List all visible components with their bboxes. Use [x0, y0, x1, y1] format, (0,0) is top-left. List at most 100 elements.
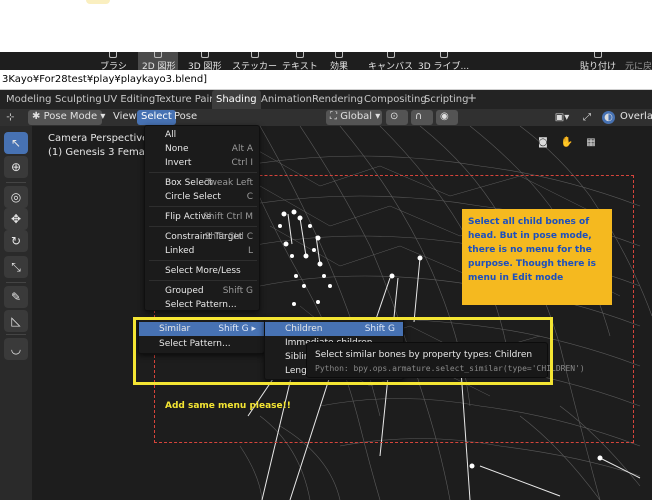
tab-texture-paint[interactable]: Texture Paint	[155, 90, 220, 109]
chevron-down-icon: ▾	[375, 111, 381, 122]
menu-pose[interactable]: Pose	[170, 110, 201, 125]
ribbon-tab-brush[interactable]: ブラシ	[100, 52, 127, 70]
transform-tool[interactable]: ◎	[4, 186, 28, 208]
tab-rendering[interactable]: Rendering	[312, 90, 363, 109]
relax-icon: ◡	[10, 342, 22, 356]
menu-item-invert[interactable]: Invert Ctrl I	[145, 156, 261, 170]
menu-item-circle-select[interactable]: Circle Select C	[145, 190, 261, 204]
transform-orientation-dropdown[interactable]: ⛶ Global ▾	[326, 110, 382, 125]
magnet-icon: ∩	[415, 111, 423, 122]
scale-icon: ⤡	[11, 260, 21, 274]
3d-shape-icon	[200, 52, 209, 58]
3d-cursor-icon: ⊕	[10, 160, 22, 174]
pose-icon: ✱	[32, 111, 41, 122]
add-workspace-button[interactable]: +	[467, 90, 477, 109]
viewport-perspective-label: Camera Perspective	[48, 133, 149, 144]
proportional-edit-dropdown[interactable]: ◉	[436, 110, 458, 125]
relax-tool[interactable]: ◡	[4, 338, 28, 360]
3d-library-icon	[439, 52, 448, 58]
highlight-box	[133, 317, 553, 385]
move-tool[interactable]: ✥	[4, 208, 28, 230]
text-icon	[295, 52, 304, 58]
pivot-icon: ⊙	[390, 111, 399, 122]
rotate-icon: ↻	[10, 234, 22, 248]
ribbon-tab-effects[interactable]: 効果	[330, 52, 348, 70]
annotate-icon: ✎	[10, 290, 22, 304]
orientation-icon: ⛶	[330, 111, 337, 122]
menu-item-none[interactable]: None Alt A	[145, 142, 261, 156]
menu-item-constraint-target[interactable]: Constraint Target Shift Ctrl C	[145, 230, 261, 244]
tool-shelf: ↖ ⊕ ◎ ✥ ↻ ⤡ ✎ ◺ ◡	[0, 126, 32, 500]
menu-separator	[149, 280, 257, 281]
view-object-types-icon[interactable]: ▣▾	[552, 111, 572, 124]
chevron-down-icon: ▾	[100, 111, 106, 122]
tab-modeling[interactable]: Modeling	[6, 90, 52, 109]
2d-shape-icon	[154, 52, 162, 58]
paint-app-ribbon: ブラシ 2D 図形 3D 図形 ステッカー テキスト 効果 キャンバス 3D ラ…	[0, 52, 652, 70]
menu-separator	[149, 226, 257, 227]
decor-mark	[86, 0, 110, 4]
annotation-note: Select all child bones of head. But in p…	[462, 209, 612, 305]
scale-tool[interactable]: ⤡	[4, 256, 28, 278]
ribbon-tab-3d-shapes[interactable]: 3D 図形	[188, 52, 222, 70]
menu-separator	[149, 260, 257, 261]
tab-animation[interactable]: Animation	[261, 90, 312, 109]
select-menu: All None Alt A Invert Ctrl I Box Select Twe…	[144, 125, 260, 311]
tab-shading[interactable]: Shading	[212, 90, 261, 109]
menu-item-select-more-less[interactable]: Select More/Less	[145, 264, 261, 278]
overlays-dropdown[interactable]: Overlays	[616, 110, 652, 125]
annotation-request: Add same menu please!!	[165, 401, 291, 411]
pivot-point-dropdown[interactable]: ⊙	[386, 110, 408, 125]
hand-pan-icon[interactable]: ✋	[560, 136, 574, 149]
tab-uv-editing[interactable]: UV Editing	[103, 90, 155, 109]
transform-icon: ◎	[10, 190, 22, 204]
tab-scripting[interactable]: Scripting	[424, 90, 468, 109]
menu-view[interactable]: View	[109, 110, 141, 125]
ribbon-tab-2d-shapes[interactable]: 2D 図形	[138, 52, 178, 70]
camera-icon[interactable]: ◙	[536, 136, 550, 149]
mode-dropdown[interactable]: ✱ Pose Mode ▾	[28, 110, 106, 125]
ribbon-tab-undo[interactable]: 元に戻す	[625, 52, 652, 70]
grid-view-icon[interactable]: ▦	[584, 136, 598, 149]
tab-sculpting[interactable]: Sculpting	[55, 90, 102, 109]
editor-type-icon[interactable]: ⊹	[4, 111, 17, 124]
menu-item-box-select[interactable]: Box Select Tweak Left	[145, 176, 261, 190]
screenshot-root: ブラシ 2D 図形 3D 図形 ステッカー テキスト 効果 キャンバス 3D ラ…	[0, 0, 652, 500]
tool-separator	[6, 334, 26, 335]
tab-compositing[interactable]: Compositing	[364, 90, 427, 109]
menu-item-linked[interactable]: Linked L	[145, 244, 261, 258]
snap-toggle[interactable]: ∩	[411, 110, 433, 125]
menu-item-select-pattern[interactable]: Select Pattern...	[145, 298, 261, 312]
move-icon: ✥	[10, 212, 22, 226]
menu-separator	[149, 172, 257, 173]
ribbon-tab-text[interactable]: テキスト	[282, 52, 318, 70]
cursor-tool[interactable]: ⊕	[4, 156, 28, 178]
proportional-icon: ◉	[440, 111, 449, 122]
ribbon-tab-sticker[interactable]: ステッカー	[232, 52, 277, 70]
cursor-select-icon: ↖	[10, 136, 22, 150]
menu-item-flip-active[interactable]: Flip Active Shift Ctrl M	[145, 210, 261, 224]
canvas-icon	[386, 52, 395, 58]
menu-item-grouped[interactable]: Grouped Shift G	[145, 284, 261, 298]
tool-separator	[6, 182, 26, 183]
paste-icon	[594, 52, 602, 58]
ribbon-tab-3d-library[interactable]: 3D ライブ...	[418, 52, 469, 70]
rotate-tool[interactable]: ↻	[4, 230, 28, 252]
measure-tool[interactable]: ◺	[4, 310, 28, 332]
gizmo-icon[interactable]: ⤢	[580, 111, 594, 124]
overlays-toggle-icon[interactable]: ◐	[602, 111, 615, 124]
workspace-tabs: Modeling Sculpting UV Editing Texture Pa…	[0, 90, 652, 109]
annotate-tool[interactable]: ✎	[4, 286, 28, 308]
viewport-header: ⊹ ✱ Pose Mode ▾ View Select Pose ⛶ Globa…	[0, 109, 652, 126]
menu-separator	[149, 206, 257, 207]
ribbon-tab-paste[interactable]: 貼り付け	[580, 52, 616, 70]
window-title-path: 3Kayo¥For28test¥play¥playkayo3.blend]	[0, 70, 652, 90]
tool-separator	[6, 282, 26, 283]
menu-item-all[interactable]: All	[145, 128, 261, 142]
sticker-icon	[250, 52, 259, 58]
brush-icon	[109, 52, 118, 58]
select-box-tool[interactable]: ↖	[4, 132, 28, 154]
measure-icon: ◺	[11, 314, 21, 328]
top-white-strip	[0, 0, 652, 52]
ribbon-tab-canvas[interactable]: キャンバス	[368, 52, 413, 70]
